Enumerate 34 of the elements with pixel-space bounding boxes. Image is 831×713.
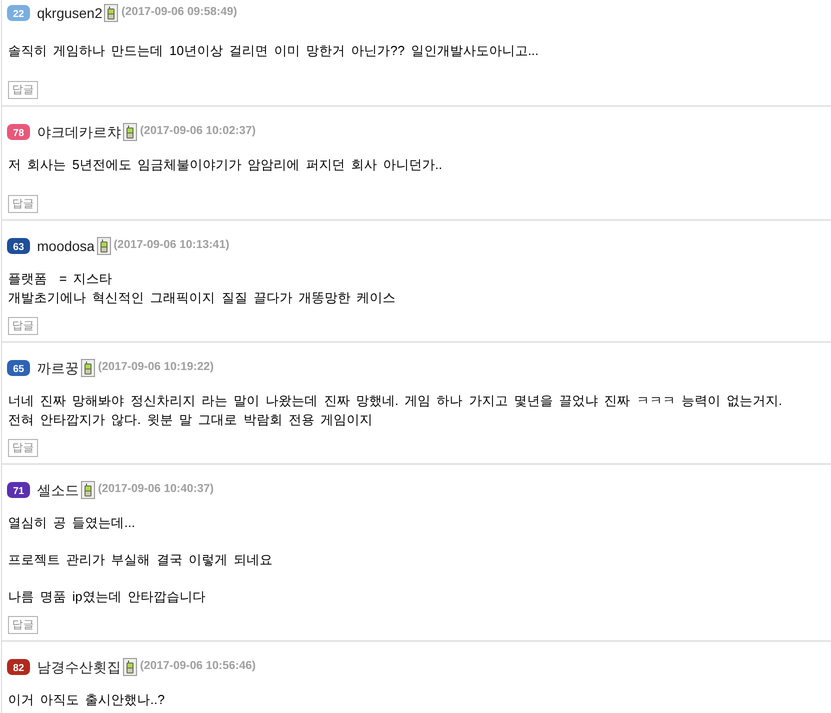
username[interactable]: 셀소드 xyxy=(37,481,79,499)
comment-text: 개발초기에나 혁신적인 그래픽이지 질질 끌다가 개똥망한 케이스 xyxy=(8,289,396,307)
phone-icon xyxy=(96,237,111,255)
timestamp: (2017-09-06 10:13:41) xyxy=(114,238,230,254)
phone-icon xyxy=(81,359,95,377)
comment-text: 전혀 안타깝지가 않다. 윗분 말 그대로 박람회 전용 게임이지 xyxy=(8,411,373,429)
timestamp: (2017-09-06 10:40:37) xyxy=(98,482,214,498)
comment-text: 너네 진짜 망해봐야 정신차리지 라는 말이 나왔는데 진짜 망했네. 게임 하나 가지고 몇년을 끌었냐 진짜 ㅋㅋㅋ 능력이 없는거지. xyxy=(8,392,782,410)
comment-text: 저 회사는 5년전에도 임금체불이야기가 암암리에 퍼지던 회사 아니던가.. xyxy=(8,156,442,174)
level-badge: 82 xyxy=(7,659,30,675)
level-badge: 71 xyxy=(7,482,30,498)
comment-text: 프로젝트 관리가 부실해 결국 이렇게 되네요 xyxy=(8,551,273,569)
phone-icon xyxy=(81,481,95,499)
comment-text: 플랫폼 = 지스타 xyxy=(8,270,112,288)
phone-icon xyxy=(123,123,137,141)
username[interactable]: 까르꿍 xyxy=(37,359,79,377)
level-badge: 22 xyxy=(7,5,30,21)
comment-text: 이거 아직도 출시안했나..? xyxy=(8,691,165,709)
phone-icon xyxy=(104,4,118,22)
username[interactable]: moodosa xyxy=(37,237,95,255)
comment-text: 나름 명품 ip였는데 안타깝습니다 xyxy=(8,588,206,606)
timestamp: (2017-09-06 10:56:46) xyxy=(140,659,256,674)
level-badge: 78 xyxy=(7,124,30,140)
level-badge: 63 xyxy=(7,238,30,254)
comment-text: 열심히 공 들였는데... xyxy=(8,514,136,532)
timestamp: (2017-09-06 09:58:49) xyxy=(121,5,238,20)
username[interactable]: qkrgusen2 xyxy=(37,4,102,22)
comment-text: 솔직히 게임하나 만드는데 10년이상 걸리면 이미 망한거 아닌가?? 일인개발사도아니고... xyxy=(8,42,539,60)
timestamp: (2017-09-06 10:19:22) xyxy=(98,360,214,376)
level-badge: 65 xyxy=(7,360,30,376)
phone-icon xyxy=(123,658,137,676)
timestamp: (2017-09-06 10:02:37) xyxy=(140,124,256,140)
username[interactable]: 남경수산횟집 xyxy=(37,658,121,676)
username[interactable]: 야크데카르챠 xyxy=(37,123,121,141)
